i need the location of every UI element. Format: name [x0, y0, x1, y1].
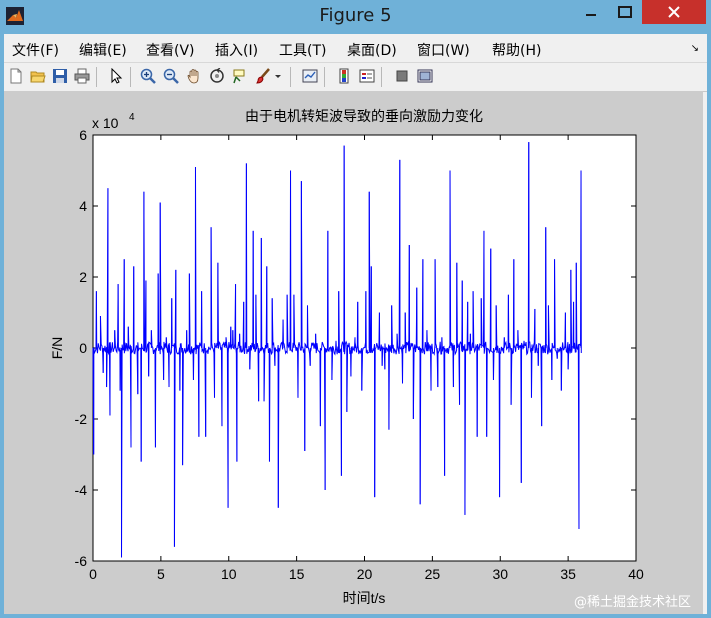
y-tick-label: -2	[75, 411, 88, 427]
menu-view[interactable]: 查看(V)	[146, 40, 195, 60]
y-tick-label: -4	[75, 482, 88, 498]
x-axis-label: 时间t/s	[343, 590, 386, 606]
toolbar-separator	[290, 67, 291, 87]
minimize-icon	[586, 14, 596, 16]
menu-tools[interactable]: 工具(T)	[279, 40, 326, 60]
data-cursor-icon[interactable]	[230, 66, 250, 86]
menu-overflow-icon[interactable]: ↘	[691, 43, 699, 54]
x-tick-label: 20	[357, 566, 373, 582]
menu-desktop[interactable]: 桌面(D)	[347, 40, 397, 60]
minimize-button[interactable]	[574, 0, 608, 24]
legend-icon[interactable]	[357, 66, 377, 86]
menu-edit[interactable]: 编辑(E)	[79, 40, 127, 60]
toolbar-separator	[381, 67, 382, 87]
colorbar-icon[interactable]	[334, 66, 354, 86]
window-titlebar[interactable]: Figure 5	[0, 0, 711, 34]
menu-help[interactable]: 帮助(H)	[492, 40, 541, 60]
new-file-icon[interactable]	[6, 66, 26, 86]
toolbar-separator	[96, 67, 97, 87]
link-plot-icon[interactable]	[300, 66, 320, 86]
x-tick-label: 5	[157, 566, 165, 582]
x-tick-label: 35	[560, 566, 576, 582]
y-exponent-power: 4	[129, 112, 135, 123]
hide-plot-tools-icon[interactable]	[392, 66, 412, 86]
chart-title: 由于电机转矩波导致的垂向激励力变化	[245, 108, 483, 124]
y-tick-label: -6	[75, 553, 88, 569]
maximize-icon	[618, 6, 632, 18]
pan-hand-icon[interactable]	[184, 66, 204, 86]
pointer-icon[interactable]	[106, 66, 126, 86]
x-tick-label: 0	[89, 566, 97, 582]
y-tick-label: 4	[79, 198, 87, 214]
brush-icon[interactable]	[253, 66, 273, 86]
print-icon[interactable]	[72, 66, 92, 86]
watermark-text: @稀土掘金技术社区	[573, 595, 691, 610]
maximize-button[interactable]	[608, 0, 642, 24]
menu-window[interactable]: 窗口(W)	[417, 40, 470, 60]
x-tick-label: 30	[492, 566, 508, 582]
x-tick-label: 15	[289, 566, 305, 582]
y-tick-label: 0	[79, 340, 87, 356]
show-plot-tools-icon[interactable]	[415, 66, 435, 86]
y-tick-label: 6	[79, 127, 87, 143]
plot-svg[interactable]: 0 5 10 15 20 25 30 35 40 -6 -4 -2 0 2 4 6 由于电机转矩波导致的垂向激…	[4, 91, 703, 614]
x-tick-label: 40	[628, 566, 644, 582]
menu-bar: 文件(F) 编辑(E) 查看(V) 插入(I) 工具(T) 桌面(D) 窗口(W…	[4, 34, 707, 61]
open-folder-icon[interactable]	[28, 66, 48, 86]
toolbar-separator	[130, 67, 131, 87]
zoom-out-icon[interactable]	[161, 66, 181, 86]
close-icon	[668, 6, 680, 18]
menu-insert[interactable]: 插入(I)	[215, 40, 258, 60]
rotate-3d-icon[interactable]	[207, 66, 227, 86]
x-tick-label: 10	[221, 566, 237, 582]
brush-dropdown-icon[interactable]	[272, 66, 284, 86]
y-exponent-label: x 10	[92, 115, 119, 131]
y-axis-label: F/N	[49, 337, 65, 360]
toolbar	[4, 62, 707, 92]
close-button[interactable]	[642, 0, 706, 24]
zoom-in-icon[interactable]	[138, 66, 158, 86]
y-tick-label: 2	[79, 269, 87, 285]
x-tick-label: 25	[425, 566, 441, 582]
save-icon[interactable]	[50, 66, 70, 86]
toolbar-separator	[324, 67, 325, 87]
figure-canvas: 0 5 10 15 20 25 30 35 40 -6 -4 -2 0 2 4 6 由于电机转矩波导致的垂向激…	[4, 91, 703, 614]
menu-file[interactable]: 文件(F)	[12, 40, 59, 60]
